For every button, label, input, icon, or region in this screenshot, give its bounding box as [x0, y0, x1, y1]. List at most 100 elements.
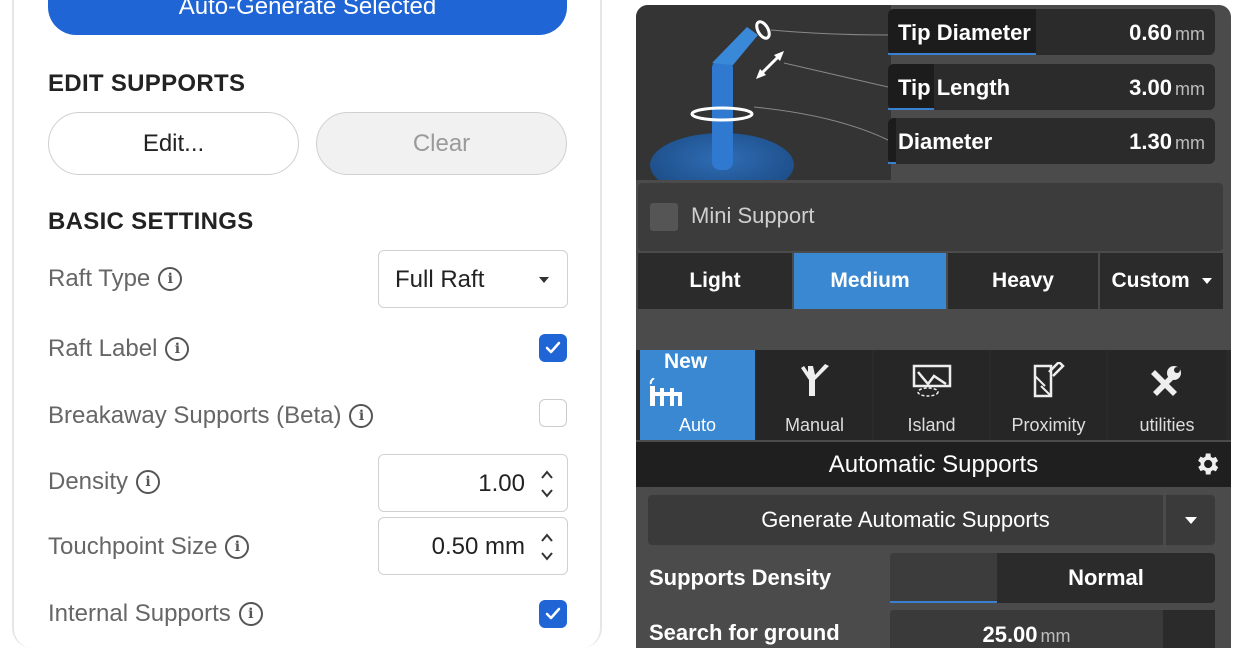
tip-diameter-field[interactable]: Tip Diameter 0.60 mm — [888, 9, 1215, 55]
gear-icon[interactable] — [1193, 450, 1221, 478]
diameter-number: 1.30 — [1129, 129, 1172, 154]
search-ground-value: 25.00 mm — [890, 622, 1163, 648]
density-input[interactable]: 1.00 — [378, 454, 568, 512]
info-icon[interactable]: i — [136, 470, 161, 494]
raft-type-value: Full Raft — [395, 266, 485, 293]
diameter-label: Diameter — [898, 129, 993, 154]
tip-length-label: Tip Length — [898, 75, 1011, 100]
supports-density-label: Supports Density — [649, 565, 832, 590]
tab-manual[interactable]: Manual — [757, 350, 872, 440]
preset-light-button[interactable]: Light — [638, 253, 792, 309]
search-ground-label: Search for ground — [649, 620, 840, 645]
section-title: Automatic Supports — [828, 451, 1039, 478]
support-tools-panel: Tip Diameter 0.60 mm Tip Length 3.00 mm Di… — [636, 5, 1231, 648]
value-fill — [890, 553, 997, 603]
value-underline — [888, 53, 1036, 55]
mini-support-label: Mini Support — [691, 203, 815, 228]
tab-utilities[interactable]: utilities — [1108, 350, 1226, 440]
raft-type-label: Raft Type i — [48, 265, 183, 293]
tools-icon — [1151, 366, 1181, 396]
tab-proximity[interactable]: Proximity — [991, 350, 1106, 440]
supports-density-field[interactable]: Normal — [890, 553, 1215, 603]
basic-settings-heading: BASIC SETTINGS — [48, 208, 254, 235]
stepper-arrows-icon[interactable] — [541, 530, 553, 564]
info-icon[interactable]: i — [238, 602, 263, 626]
value-fill — [888, 118, 896, 164]
touchpoint-size-input[interactable]: 0.50 mm — [378, 517, 568, 575]
tip-length-field[interactable]: Tip Length 3.00 mm — [888, 64, 1215, 110]
raft-label-label: Raft Label i — [48, 335, 190, 363]
info-icon[interactable]: i — [225, 535, 250, 559]
internal-supports-text: Internal Supports — [48, 600, 231, 627]
tip-length-number: 3.00 — [1129, 75, 1172, 100]
tip-length-value: 3.00 mm — [1129, 75, 1205, 101]
support-diagram-icon — [650, 20, 889, 197]
edit-button[interactable]: Edit... — [48, 112, 299, 175]
checkmark-icon — [545, 607, 561, 620]
tab-auto-label: Auto — [678, 415, 717, 435]
tab-auto[interactable]: New Auto — [640, 350, 755, 440]
field-end-cap — [1163, 610, 1215, 648]
tab-proximity-label: Proximity — [1011, 415, 1086, 435]
generate-options-dropdown[interactable] — [1166, 495, 1215, 545]
touchpoint-size-text: Touchpoint Size — [48, 533, 218, 560]
tab-island[interactable]: Island — [874, 350, 989, 440]
chevron-down-icon — [1201, 278, 1212, 285]
tip-diameter-label: Tip Diameter — [898, 20, 1031, 45]
search-ground-field[interactable]: 25.00 mm — [890, 610, 1215, 648]
touchpoint-size-value: 0.50 mm — [431, 533, 525, 560]
supports-density-value: Normal — [1068, 565, 1144, 590]
island-icon — [912, 364, 951, 397]
support-settings-panel: Auto-Generate Selected EDIT SUPPORTS Edi… — [12, 0, 602, 648]
raft-type-select[interactable]: Full Raft — [378, 250, 568, 308]
auto-generate-label: Auto-Generate Selected — [178, 0, 437, 20]
breakaway-supports-label: Breakaway Supports (Beta) i — [48, 402, 374, 430]
internal-supports-label: Internal Supports i — [48, 600, 263, 628]
unit-label: mm — [1175, 24, 1205, 44]
preset-custom-dropdown[interactable]: Custom — [1100, 253, 1223, 309]
density-value: 1.00 — [478, 470, 525, 497]
density-text: Density — [48, 468, 129, 495]
tab-island-label: Island — [907, 415, 956, 435]
internal-supports-checkbox[interactable] — [539, 600, 567, 628]
diameter-value: 1.30 mm — [1129, 129, 1205, 155]
edit-supports-heading: EDIT SUPPORTS — [48, 70, 246, 97]
automatic-supports-header: Automatic Supports — [636, 442, 1231, 487]
tab-manual-label: Manual — [784, 415, 845, 435]
value-underline — [888, 162, 896, 164]
support-preview — [636, 5, 891, 197]
preset-medium-button[interactable]: Medium — [794, 253, 946, 309]
clear-button[interactable]: Clear — [316, 112, 567, 175]
tip-diameter-number: 0.60 — [1129, 20, 1172, 45]
tip-diameter-value: 0.60 mm — [1129, 20, 1205, 46]
preset-custom-label: Custom — [1111, 269, 1190, 292]
search-ground-number: 25.00 — [982, 622, 1038, 647]
info-icon[interactable]: i — [165, 337, 190, 361]
touchpoint-size-label: Touchpoint Size i — [48, 533, 250, 561]
unit-label: mm — [1175, 79, 1205, 99]
mini-support-checkbox[interactable] — [650, 203, 678, 231]
manual-support-icon — [800, 364, 829, 396]
auto-support-icon — [649, 378, 682, 406]
raft-label-text: Raft Label — [48, 335, 158, 362]
generate-automatic-supports-button[interactable]: Generate Automatic Supports — [648, 495, 1163, 545]
value-underline — [890, 601, 997, 603]
info-icon[interactable]: i — [349, 404, 374, 428]
unit-label: mm — [1040, 626, 1071, 646]
checkmark-icon — [545, 341, 561, 354]
mini-support-row[interactable]: Mini Support — [638, 183, 1223, 251]
proximity-icon — [1033, 362, 1065, 398]
raft-label-checkbox[interactable] — [539, 334, 567, 362]
tab-utilities-label: utilities — [1139, 415, 1195, 435]
info-icon[interactable]: i — [158, 267, 183, 291]
breakaway-supports-checkbox[interactable] — [539, 399, 567, 427]
preset-heavy-button[interactable]: Heavy — [948, 253, 1098, 309]
diameter-field[interactable]: Diameter 1.30 mm — [888, 118, 1215, 164]
unit-label: mm — [1175, 133, 1205, 153]
density-label: Density i — [48, 468, 161, 496]
breakaway-supports-text: Breakaway Supports (Beta) — [48, 402, 342, 429]
stepper-arrows-icon[interactable] — [541, 467, 553, 501]
new-badge: New — [664, 350, 708, 373]
auto-generate-selected-button[interactable]: Auto-Generate Selected — [48, 0, 567, 35]
chevron-down-icon — [1185, 517, 1197, 524]
